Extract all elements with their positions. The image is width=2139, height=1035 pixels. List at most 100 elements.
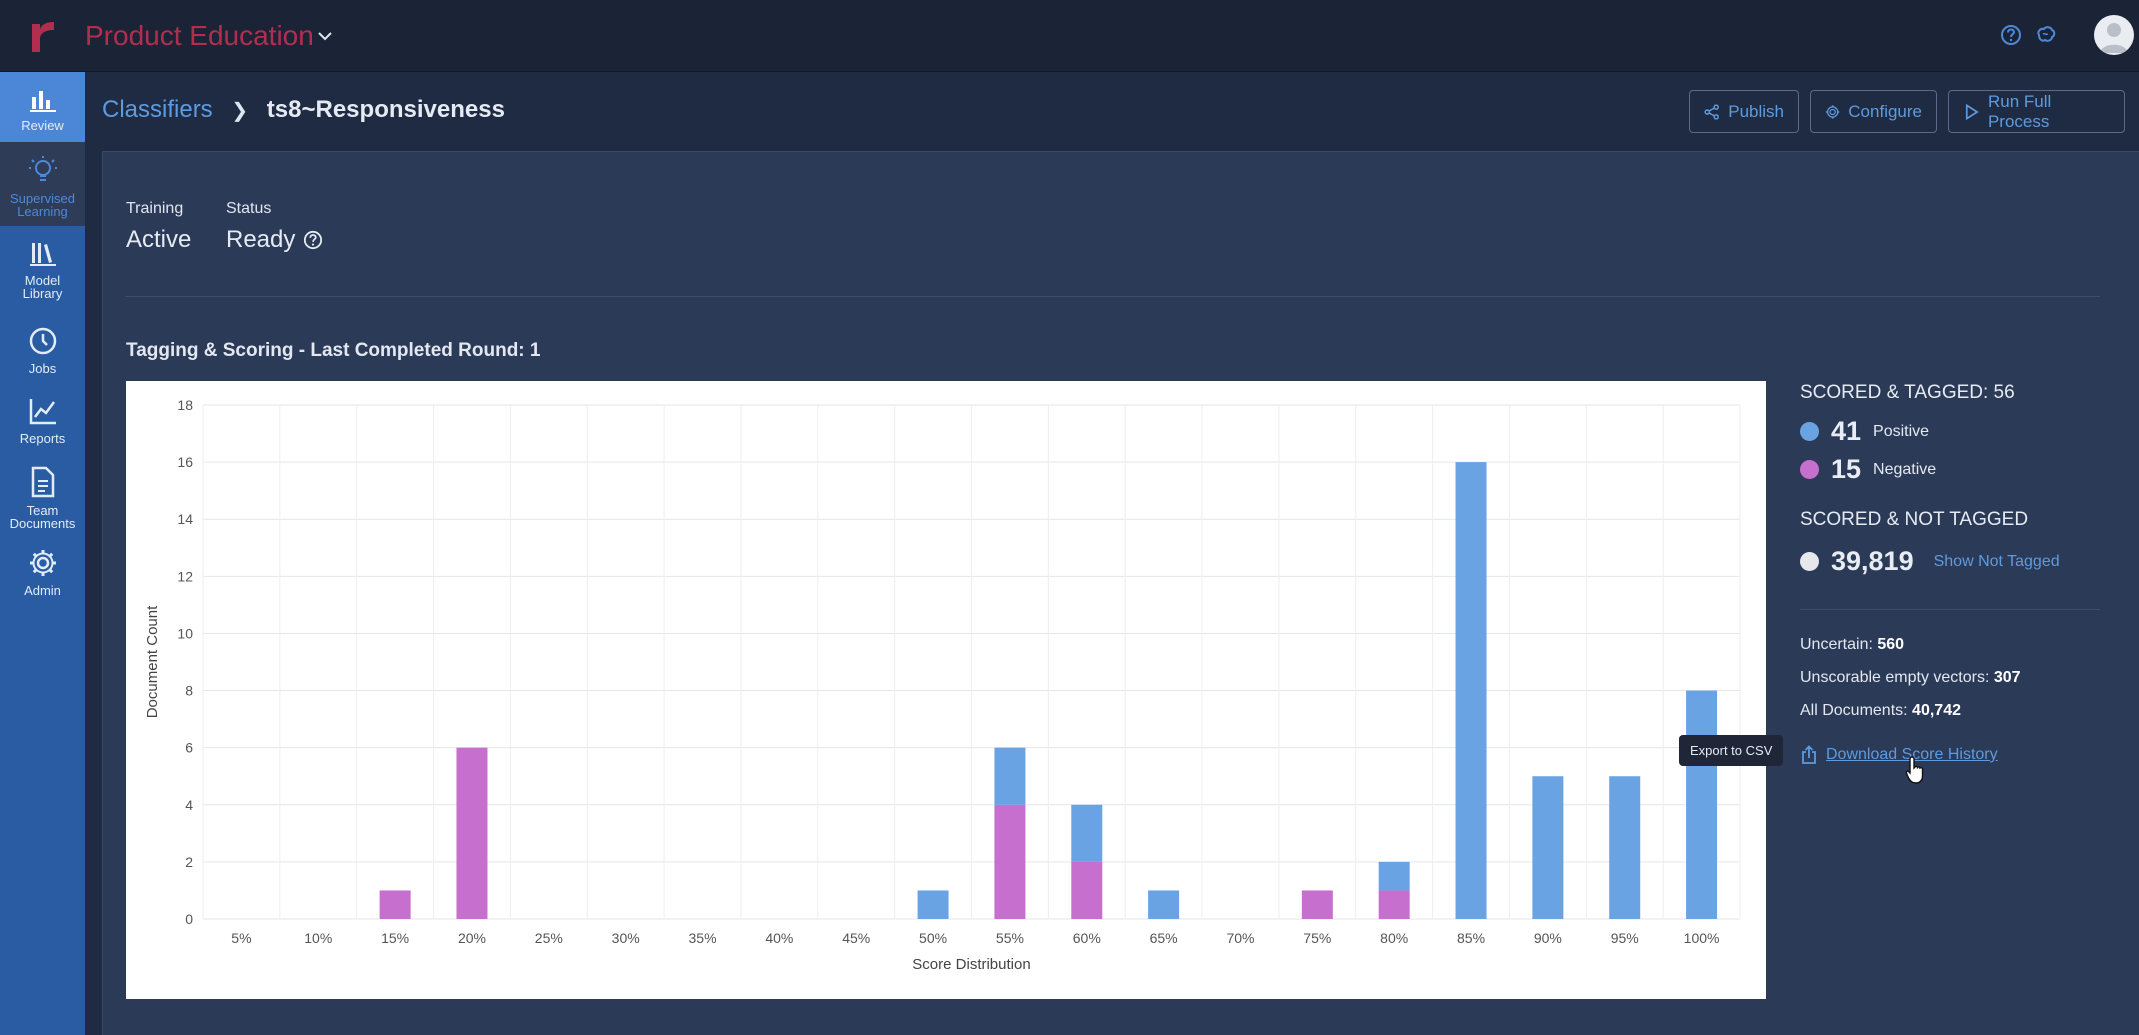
status-value-wrap: Ready bbox=[226, 226, 323, 254]
export-tooltip: Export to CSV bbox=[1679, 735, 1784, 766]
sidebar-item-label: Team Documents bbox=[9, 503, 76, 531]
app-logo-icon[interactable] bbox=[30, 20, 56, 52]
publish-button[interactable]: Publish bbox=[1689, 90, 1799, 133]
sidebar-item-jobs[interactable]: Jobs bbox=[0, 316, 85, 386]
bar-positive bbox=[1378, 861, 1410, 891]
negative-label: Negative bbox=[1873, 460, 1937, 478]
negative-dot bbox=[1800, 460, 1819, 479]
workspace-title[interactable]: Product Education bbox=[85, 20, 314, 52]
bar-positive bbox=[1071, 804, 1103, 862]
score-distribution-chart: 0 2 4 6 8 10 12 14 16 18 5% 10% 15% 20% 25% 30% 35% 40% 45… bbox=[126, 381, 1766, 999]
x-tick-label: 70% bbox=[1226, 930, 1254, 946]
training-value: Active bbox=[126, 226, 192, 253]
sidebar-item-supervised-learning[interactable]: Supervised Learning bbox=[0, 142, 85, 226]
uncertain-stat: Uncertain: 560 bbox=[1800, 636, 1904, 654]
all-documents-value: 40,742 bbox=[1912, 702, 1961, 719]
bar-positive bbox=[1148, 890, 1180, 919]
sidebar-item-team-documents[interactable]: Team Documents bbox=[0, 456, 85, 540]
sidebar-item-admin[interactable]: Admin bbox=[0, 540, 85, 610]
unscorable-label: Unscorable empty vectors: bbox=[1800, 669, 1990, 686]
negative-row: 15 Negative bbox=[1800, 454, 1936, 485]
bar-chart-icon bbox=[29, 91, 56, 112]
top-bar: Product Education bbox=[0, 0, 2139, 72]
y-tick-label: 12 bbox=[177, 568, 193, 584]
unscorable-stat: Unscorable empty vectors: 307 bbox=[1800, 669, 2021, 687]
training-label: Training bbox=[126, 200, 184, 217]
gear-icon bbox=[29, 550, 56, 576]
scored-not-tagged-heading: SCORED & NOT TAGGED bbox=[1800, 509, 2029, 530]
bar-negative bbox=[1378, 890, 1410, 919]
section-title: Tagging & Scoring - Last Completed Round… bbox=[126, 340, 541, 361]
x-tick-label: 10% bbox=[304, 930, 332, 946]
bar-positive bbox=[1455, 462, 1487, 919]
sidebar-item-model-library[interactable]: Model Library bbox=[0, 226, 85, 310]
bar-negative bbox=[379, 890, 411, 919]
main-panel: Training Active Status Ready Tagging & S… bbox=[102, 151, 2139, 1035]
negative-count: 15 bbox=[1831, 454, 1862, 484]
unscorable-value: 307 bbox=[1993, 669, 2021, 686]
y-tick-label: 4 bbox=[185, 797, 193, 813]
help-icon[interactable] bbox=[2000, 24, 2022, 46]
x-tick-label: 60% bbox=[1073, 930, 1101, 946]
stats-divider bbox=[1800, 609, 2100, 610]
run-label: Run Full Process bbox=[1987, 91, 2052, 131]
y-tick-label: 14 bbox=[177, 511, 193, 527]
positive-dot bbox=[1800, 422, 1819, 441]
not-tagged-dot bbox=[1800, 552, 1819, 571]
bar-positive bbox=[994, 747, 1026, 805]
configure-button[interactable]: Configure bbox=[1810, 90, 1937, 133]
y-tick-label: 8 bbox=[185, 683, 193, 699]
document-icon bbox=[31, 466, 54, 498]
run-full-process-button[interactable]: Run Full Process bbox=[1948, 90, 2125, 133]
x-tick-label: 55% bbox=[996, 930, 1024, 946]
page-title: ts8~Responsiveness bbox=[266, 96, 505, 123]
bar-negative bbox=[456, 747, 488, 919]
download-score-history[interactable]: Download Score History bbox=[1800, 745, 1998, 765]
gear-icon bbox=[1826, 104, 1840, 119]
chart-svg: 0 2 4 6 8 10 12 14 16 18 5% 10% 15% 20% 25% 30% 35% 40% 45… bbox=[144, 397, 1741, 973]
x-tick-label: 75% bbox=[1303, 930, 1331, 946]
brain-icon[interactable] bbox=[2035, 24, 2057, 46]
sidebar-item-label: Jobs bbox=[28, 361, 57, 376]
sidebar-item-label: Admin bbox=[24, 583, 61, 598]
sidebar-item-label: Supervised Learning bbox=[9, 191, 76, 219]
sidebar-item-label: Reports bbox=[19, 431, 66, 446]
help-icon[interactable] bbox=[303, 230, 323, 250]
export-icon bbox=[1802, 745, 1816, 764]
x-tick-label: 85% bbox=[1457, 930, 1485, 946]
sidebar-item-reports[interactable]: Reports bbox=[0, 386, 85, 456]
x-tick-label: 50% bbox=[919, 930, 947, 946]
y-tick-label: 18 bbox=[177, 397, 193, 413]
bar-positive bbox=[917, 890, 949, 919]
line-chart-icon bbox=[29, 399, 56, 425]
x-tick-label: 45% bbox=[842, 930, 870, 946]
y-axis-label: Document Count bbox=[144, 605, 161, 718]
scored-tagged-heading: SCORED & TAGGED: 56 bbox=[1800, 382, 2015, 403]
x-tick-label: 15% bbox=[381, 930, 409, 946]
all-documents-label: All Documents: bbox=[1800, 702, 1908, 719]
x-tick-label: 100% bbox=[1684, 930, 1720, 946]
sidebar-item-review[interactable]: Review bbox=[0, 72, 85, 142]
y-tick-label: 2 bbox=[185, 854, 193, 870]
chevron-down-icon[interactable] bbox=[316, 27, 334, 45]
show-not-tagged-link[interactable]: Show Not Tagged bbox=[1934, 553, 2060, 571]
configure-label: Configure bbox=[1848, 101, 1922, 121]
lightbulb-icon bbox=[28, 156, 57, 181]
y-tick-label: 10 bbox=[177, 625, 193, 641]
x-tick-label: 30% bbox=[612, 930, 640, 946]
bar-positive bbox=[1532, 776, 1564, 919]
bar-negative bbox=[994, 804, 1026, 919]
x-tick-label: 95% bbox=[1611, 930, 1639, 946]
breadcrumb: Classifiers ❯ ts8~Responsiveness bbox=[102, 96, 505, 124]
user-avatar[interactable] bbox=[2094, 15, 2134, 55]
status-value: Ready bbox=[226, 226, 296, 253]
sidebar-item-label: Review bbox=[21, 118, 64, 133]
books-icon bbox=[29, 243, 56, 266]
bar-negative bbox=[1301, 890, 1333, 919]
x-axis-label: Score Distribution bbox=[912, 956, 1030, 973]
sidebar: Review Supervised Learning Model Library… bbox=[0, 72, 85, 1035]
breadcrumb-classifiers-link[interactable]: Classifiers bbox=[102, 96, 213, 123]
x-tick-label: 35% bbox=[689, 930, 717, 946]
y-tick-label: 16 bbox=[177, 454, 193, 470]
x-tick-label: 90% bbox=[1534, 930, 1562, 946]
